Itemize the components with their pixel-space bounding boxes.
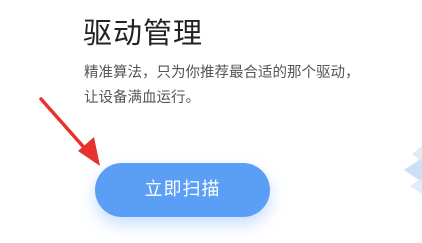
description-line-2: 让设备满血运行。 bbox=[84, 90, 200, 106]
red-arrow-icon bbox=[39, 97, 100, 166]
stacked-chevron-decoration-icon bbox=[404, 146, 422, 194]
driver-management-panel: 驱动管理 精准算法，只为你推荐最合适的那个驱动， 让设备满血运行。 立即扫描 bbox=[0, 0, 422, 243]
scan-now-button[interactable]: 立即扫描 bbox=[95, 163, 270, 217]
description: 精准算法，只为你推荐最合适的那个驱动， 让设备满血运行。 bbox=[84, 61, 414, 111]
description-line-1: 精准算法，只为你推荐最合适的那个驱动， bbox=[84, 65, 360, 81]
